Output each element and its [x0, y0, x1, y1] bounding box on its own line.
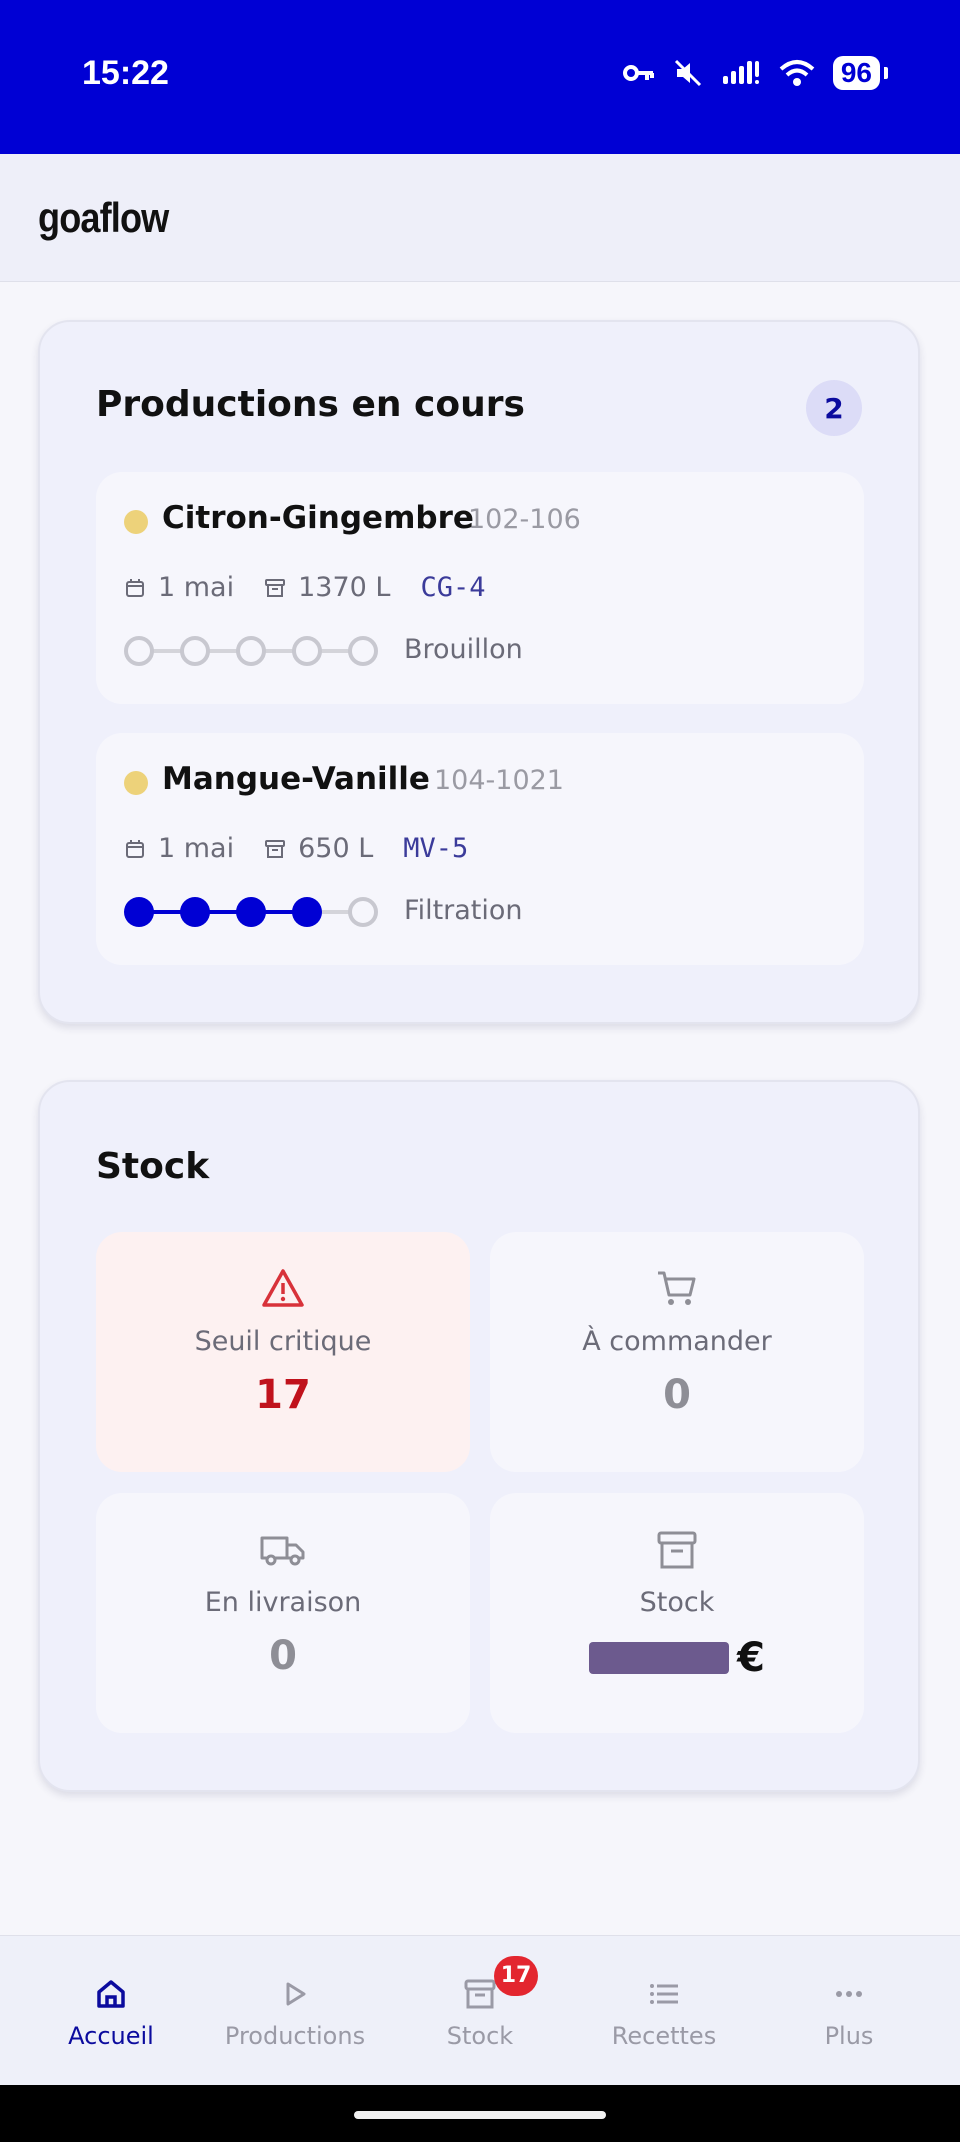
step-node [292, 636, 322, 666]
production-volume: 650 L [298, 833, 374, 864]
archive-icon [265, 578, 286, 597]
production-volume: 1370 L [298, 572, 391, 603]
status-time: 15:22 [82, 54, 169, 92]
more-icon [836, 1991, 862, 1997]
nav-label: Accueil [68, 2022, 154, 2050]
home-icon [97, 1980, 125, 2008]
nav-label: Productions [224, 2022, 366, 2050]
status-bar: 15:22 96 [0, 0, 960, 154]
archive-icon [265, 839, 286, 858]
step-node [124, 636, 154, 666]
home-gesture-handle[interactable] [354, 2111, 606, 2119]
cart-icon [658, 1271, 696, 1305]
tile-value: € [490, 1633, 864, 1681]
production-item[interactable]: Citron-Gingembre 102-106 1 mai 1370 L CG… [96, 472, 864, 704]
nav-badge: 17 [494, 1956, 538, 1996]
production-ref: 102-106 [468, 504, 581, 535]
app-bar: goaflow [0, 154, 960, 282]
production-item[interactable]: Mangue-Vanille 104-1021 1 mai 650 L MV-5… [96, 733, 864, 965]
calendar-icon [126, 578, 144, 597]
productions-count-badge: 2 [806, 380, 862, 436]
tile-value: 0 [269, 1633, 297, 1679]
production-meta: 1 mai 650 L MV-5 [124, 833, 468, 864]
archive-icon [657, 1531, 697, 1569]
tile-value: 0 [663, 1372, 691, 1418]
warning-icon [262, 1269, 304, 1307]
stock-tile-value[interactable]: Stock € [490, 1493, 864, 1733]
nav-item-productions[interactable]: Productions [199, 1936, 391, 2086]
production-code: CG-4 [420, 572, 486, 603]
battery-icon: 96 [832, 56, 889, 90]
productions-card: Productions en cours 2 Citron-Gingembre … [38, 320, 920, 1024]
step-node [348, 897, 378, 927]
vpn-key-icon [622, 61, 655, 85]
stock-tile-critical[interactable]: Seuil critique 17 [96, 1232, 470, 1472]
signal-icon [721, 58, 761, 88]
muted-icon [673, 58, 703, 88]
production-name: Citron-Gingembre [162, 500, 474, 536]
production-meta: 1 mai 1370 L CG-4 [124, 572, 485, 603]
production-status: Filtration [404, 895, 523, 926]
production-name: Mangue-Vanille [162, 761, 430, 797]
truck-icon [260, 1536, 305, 1566]
calendar-icon [126, 839, 144, 858]
archive-icon [464, 1979, 496, 2009]
nav-item-recettes[interactable]: Recettes [568, 1936, 760, 2086]
stock-title: Stock [96, 1146, 210, 1187]
step-node [124, 897, 154, 927]
production-date: 1 mai [158, 833, 235, 864]
currency-symbol: € [737, 1635, 765, 1681]
stock-tile-to-order[interactable]: À commander 0 [490, 1232, 864, 1472]
stock-card: Stock Seuil critique 17 À commander 0 En… [38, 1080, 920, 1792]
step-node [236, 636, 266, 666]
productions-title: Productions en cours [96, 384, 525, 425]
nav-label: Recettes [611, 2022, 717, 2050]
production-ref: 104-1021 [434, 765, 564, 796]
app-logo[interactable]: goaflow [38, 194, 169, 242]
gesture-bar [0, 2085, 960, 2142]
tile-label: En livraison [204, 1587, 362, 1618]
step-node [180, 636, 210, 666]
tile-label: Seuil critique [194, 1326, 372, 1357]
status-dot [124, 510, 148, 534]
nav-label: Plus [824, 2022, 874, 2050]
production-status: Brouillon [404, 634, 523, 665]
step-node [348, 636, 378, 666]
status-icons: 96 [622, 56, 889, 90]
nav-item-stock[interactable]: 17 Stock [384, 1936, 576, 2086]
list-icon [650, 1984, 678, 2004]
status-dot [124, 771, 148, 795]
progress-steps [124, 897, 378, 927]
step-node [236, 897, 266, 927]
wifi-icon [779, 59, 815, 87]
nav-item-accueil[interactable]: Accueil [15, 1936, 207, 2086]
production-date: 1 mai [158, 572, 235, 603]
step-node [180, 897, 210, 927]
tile-value: 17 [255, 1372, 311, 1418]
production-code: MV-5 [403, 833, 469, 864]
bottom-nav: Accueil Productions 17 Stock Recettes Pl… [0, 1935, 960, 2086]
tile-label: À commander [582, 1326, 772, 1357]
nav-label: Stock [446, 2022, 514, 2050]
tile-label: Stock [639, 1587, 715, 1618]
redacted-value [589, 1642, 730, 1674]
progress-steps [124, 636, 378, 666]
nav-item-plus[interactable]: Plus [753, 1936, 945, 2086]
stock-tile-delivery[interactable]: En livraison 0 [96, 1493, 470, 1733]
play-icon [286, 1982, 306, 2006]
step-node [292, 897, 322, 927]
